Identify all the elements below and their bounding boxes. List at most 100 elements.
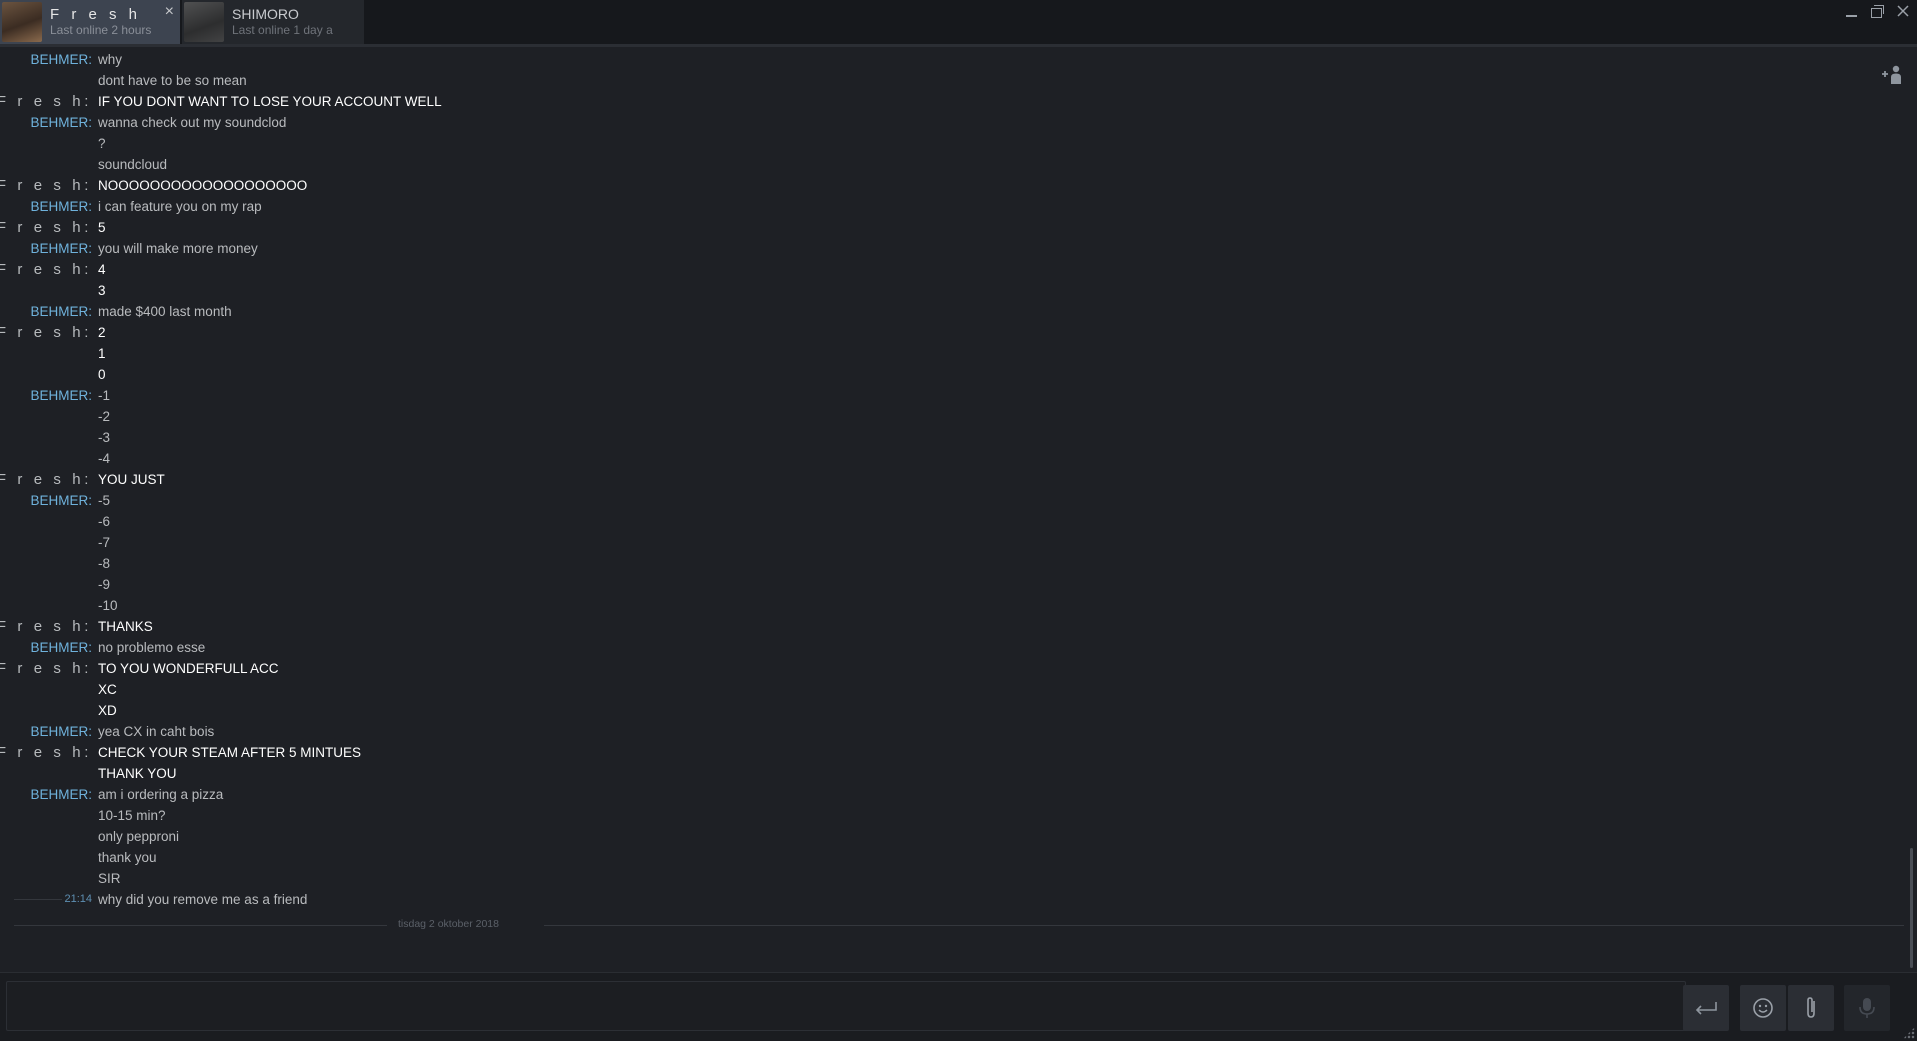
chat-message: F r e s h: CHECK YOUR STEAM AFTER 5 MINTU… [0, 742, 1900, 763]
message-text: IF YOU DONT WANT TO LOSE YOUR ACCOUNT WE… [98, 94, 442, 109]
chat-message: F r e s h: 5 [0, 217, 1900, 238]
emoji-button[interactable] [1740, 985, 1786, 1031]
microphone-icon [1859, 998, 1875, 1018]
message-text: -3 [98, 430, 111, 445]
minimize-icon[interactable] [1843, 4, 1859, 20]
message-sender: F r e s h: [0, 744, 92, 761]
close-icon[interactable]: × [165, 4, 174, 20]
chat-message: XC [0, 679, 1900, 700]
paperclip-icon [1807, 997, 1815, 1018]
message-sender: BEHMER: [30, 640, 92, 655]
message-text: 2 [98, 325, 106, 340]
tab-status: Last online 1 day a [232, 23, 333, 37]
message-sender: F r e s h: [0, 261, 92, 278]
message-timestamp: 21:14 [64, 893, 92, 905]
message-composer [0, 972, 1917, 1041]
message-text: soundcloud [98, 157, 168, 172]
chat-message: BEHMER: yea CX in caht bois [0, 721, 1900, 742]
attach-button[interactable] [1788, 985, 1834, 1031]
window-controls [1843, 4, 1911, 20]
restore-icon[interactable] [1869, 4, 1885, 20]
message-text: YOU JUST [98, 472, 165, 487]
chat-message: F r e s h: TO YOU WONDERFULL ACC [0, 658, 1900, 679]
date-label: tisdag 2 oktober 2018 [398, 918, 499, 930]
tab-name: SHIMORO [232, 6, 299, 22]
message-text: dont have to be so mean [98, 73, 247, 88]
message-sender: BEHMER: [30, 787, 92, 802]
message-text: -4 [98, 451, 111, 466]
chat-message: F r e s h: THANKS [0, 616, 1900, 637]
message-text: SIR [98, 871, 121, 886]
chat-message: BEHMER: wanna check out my soundclod [0, 112, 1900, 133]
resize-grip[interactable] [1903, 1027, 1915, 1039]
chat-message: -9 [0, 574, 1900, 595]
message-sender: F r e s h: [0, 177, 92, 194]
chat-message: soundcloud [0, 154, 1900, 175]
chat-message: BEHMER: no problemo esse [0, 637, 1900, 658]
message-text: why did you remove me as a friend [98, 892, 308, 907]
chat-message: XD [0, 700, 1900, 721]
message-sender: F r e s h: [0, 93, 92, 110]
chat-message: BEHMER: i can feature you on my rap [0, 196, 1900, 217]
message-sender: BEHMER: [30, 52, 92, 67]
tab-name: F r e s h [50, 6, 142, 23]
chat-message: F r e s h: NOOOOOOOOOOOOOOOOOOO [0, 175, 1900, 196]
chat-message: 3 [0, 280, 1900, 301]
message-text: no problemo esse [98, 640, 206, 655]
message-sender: F r e s h: [0, 324, 92, 341]
message-text: XD [98, 703, 117, 718]
message-text: -9 [98, 577, 111, 592]
tab-fresh[interactable]: F r e s h Last online 2 hours × [0, 0, 180, 44]
send-icon [1695, 1002, 1717, 1015]
time-divider [14, 899, 62, 900]
message-text: ? [98, 136, 106, 151]
message-text: XC [98, 682, 117, 697]
chat-message: F r e s h: 2 [0, 322, 1900, 343]
chat-message: only pepproni [0, 826, 1900, 847]
chat-message: 10-15 min? [0, 805, 1900, 826]
emoji-icon [1753, 998, 1773, 1018]
chat-message: BEHMER: -5 [0, 490, 1900, 511]
message-text: CHECK YOUR STEAM AFTER 5 MINTUES [98, 745, 362, 760]
chat-message: dont have to be so mean [0, 70, 1900, 91]
message-text: -10 [98, 598, 118, 613]
chat-message: BEHMER: -1 [0, 385, 1900, 406]
message-text: only pepproni [98, 829, 180, 844]
message-sender: F r e s h: [0, 219, 92, 236]
chat-message: BEHMER: why [0, 49, 1900, 70]
send-button[interactable] [1683, 985, 1729, 1031]
message-text: 3 [98, 283, 106, 298]
chat-message: -2 [0, 406, 1900, 427]
message-text: wanna check out my soundclod [98, 115, 287, 130]
message-text: 4 [98, 262, 106, 277]
message-text: am i ordering a pizza [98, 787, 224, 802]
message-text: -1 [98, 388, 111, 403]
message-text: TO YOU WONDERFULL ACC [98, 661, 279, 676]
message-text: yea CX in caht bois [98, 724, 215, 739]
message-sender: BEHMER: [30, 304, 92, 319]
chat-message: -3 [0, 427, 1900, 448]
chat-message: F r e s h: 4 [0, 259, 1900, 280]
message-sender: F r e s h: [0, 471, 92, 488]
chat-log: BEHMER: why dont have to be so mean F r e s… [0, 49, 1900, 910]
message-text: made $400 last month [98, 304, 232, 319]
message-text: THANKS [98, 619, 153, 634]
chat-message: BEHMER: am i ordering a pizza [0, 784, 1900, 805]
message-text: 1 [98, 346, 106, 361]
message-input[interactable] [6, 981, 1686, 1031]
message-text: you will make more money [98, 241, 258, 256]
chat-message: BEHMER: made $400 last month [0, 301, 1900, 322]
message-text: 0 [98, 367, 106, 382]
scrollbar[interactable] [1910, 848, 1913, 968]
message-sender: BEHMER: [30, 493, 92, 508]
message-text: -2 [98, 409, 111, 424]
chat-message: -7 [0, 532, 1900, 553]
message-text: i can feature you on my rap [98, 199, 262, 214]
window-close-icon[interactable] [1895, 4, 1911, 20]
message-text: -7 [98, 535, 111, 550]
chat-message: 21:14 why did you remove me as a friend [0, 889, 1900, 910]
chat-message: F r e s h: YOU JUST [0, 469, 1900, 490]
tab-shimoro[interactable]: SHIMORO Last online 1 day a [182, 0, 364, 44]
voice-button[interactable] [1844, 985, 1890, 1031]
chat-message: -10 [0, 595, 1900, 616]
